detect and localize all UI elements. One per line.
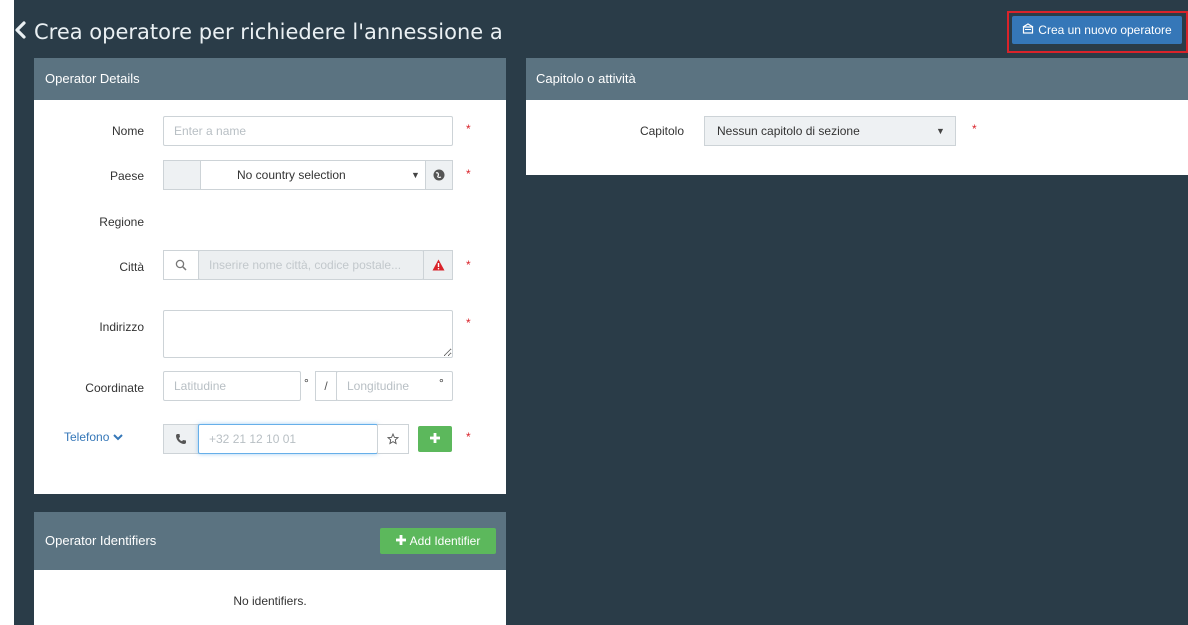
- coordinate-label: Coordinate: [85, 381, 144, 395]
- indirizzo-required-marker: *: [466, 316, 471, 330]
- page-title-text: Crea operatore per richiedere l'annessio…: [34, 20, 503, 44]
- phone-icon: [163, 424, 199, 454]
- citta-label: Città: [119, 260, 144, 274]
- chevron-down-icon: [113, 430, 123, 444]
- latitude-input[interactable]: [163, 371, 301, 401]
- telefono-required-marker: *: [466, 430, 471, 444]
- latitude-degree-symbol: °: [304, 376, 309, 390]
- operator-details-heading: Operator Details: [34, 58, 506, 100]
- capitolo-label: Capitolo: [639, 124, 684, 138]
- country-flag-slot: [163, 160, 201, 190]
- globe-icon[interactable]: [425, 160, 453, 190]
- indirizzo-label: Indirizzo: [99, 320, 144, 334]
- add-identifier-button[interactable]: Add Identifier: [380, 528, 496, 554]
- chapter-panel: Capitolo o attività Capitolo Nessun capi…: [526, 58, 1188, 175]
- capitolo-required-marker: *: [972, 122, 977, 136]
- longitude-input[interactable]: [336, 371, 453, 401]
- no-identifiers-text: No identifiers.: [233, 594, 307, 608]
- phone-input[interactable]: [198, 424, 378, 454]
- building-icon: [1022, 23, 1034, 37]
- warning-triangle-icon: [423, 250, 453, 280]
- caret-down-icon: ▼: [411, 170, 420, 180]
- paese-label: Paese: [109, 169, 144, 183]
- caret-down-icon: ▼: [936, 126, 945, 136]
- nome-required-marker: *: [466, 122, 471, 136]
- operator-details-panel: Operator Details Nome * Paese No country…: [34, 58, 506, 494]
- add-phone-button[interactable]: [418, 426, 452, 452]
- chapter-heading: Capitolo o attività: [526, 58, 1188, 100]
- nome-label: Nome: [111, 124, 144, 138]
- paese-required-marker: *: [466, 167, 471, 181]
- country-select[interactable]: No country selection ▼: [200, 160, 426, 190]
- chevron-left-icon[interactable]: [14, 16, 26, 48]
- chapter-select[interactable]: Nessun capitolo di sezione ▼: [704, 116, 956, 146]
- coordinate-separator: /: [315, 371, 337, 401]
- create-operator-label: Crea un nuovo operatore: [1038, 23, 1172, 37]
- citta-required-marker: *: [466, 258, 471, 272]
- plus-icon: [395, 534, 406, 548]
- search-icon: [163, 250, 199, 280]
- page-title: Crea operatore per richiedere l'annessio…: [14, 16, 503, 48]
- telefono-toggle[interactable]: Telefono: [64, 430, 123, 444]
- city-input[interactable]: [198, 250, 424, 280]
- country-select-value: No country selection: [237, 168, 346, 182]
- regione-label: Regione: [99, 215, 144, 229]
- plus-icon: [430, 432, 440, 446]
- create-operator-button[interactable]: Crea un nuovo operatore: [1012, 16, 1182, 44]
- operator-identifiers-panel: Operator Identifiers Add Identifier No i…: [34, 512, 506, 625]
- star-icon[interactable]: [377, 424, 409, 454]
- telefono-label: Telefono: [64, 430, 110, 444]
- chapter-select-value: Nessun capitolo di sezione: [717, 124, 860, 138]
- longitude-degree-symbol: °: [439, 376, 444, 390]
- add-identifier-label: Add Identifier: [409, 534, 481, 548]
- address-textarea[interactable]: [163, 310, 453, 358]
- nome-input[interactable]: [163, 116, 453, 146]
